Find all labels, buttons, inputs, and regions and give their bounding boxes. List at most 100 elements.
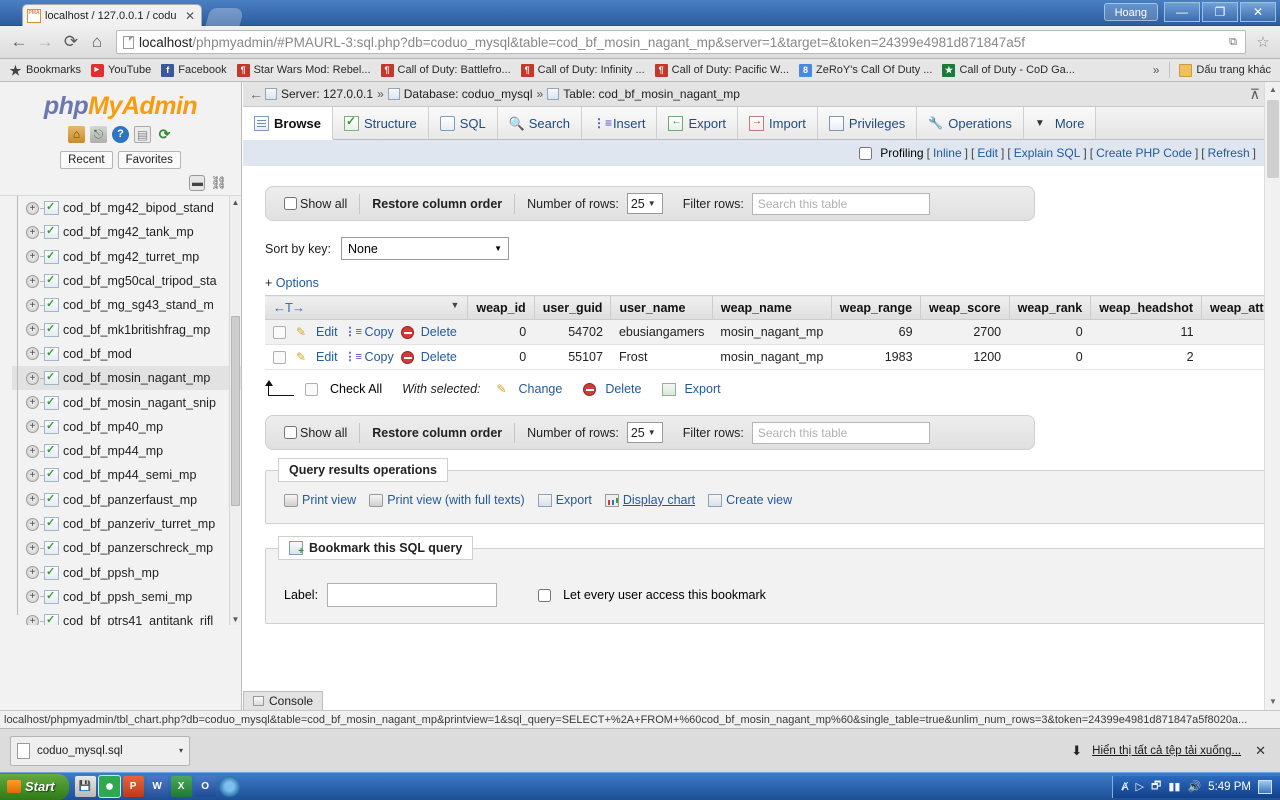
expand-icon[interactable]: +: [26, 566, 39, 580]
cell-weap_name[interactable]: mosin_nagant_mp: [712, 344, 832, 370]
cell-user_name[interactable]: Frost: [610, 344, 713, 370]
display-chart-link[interactable]: Display chart: [604, 493, 695, 507]
bookmark-item-7[interactable]: 8 ZeRoY's Call Of Duty ...: [794, 61, 937, 80]
expand-icon[interactable]: +: [26, 493, 39, 507]
tree-item-cod_bf_mod[interactable]: + cod_bf_mod: [12, 342, 241, 366]
unlink-panel-icon[interactable]: ⛓: [210, 175, 227, 191]
column-order-arrows[interactable]: ←T→: [273, 300, 305, 315]
print-view-with-full-texts-link[interactable]: Print view (with full texts): [369, 493, 525, 507]
bookmark-public-checkbox[interactable]: [538, 588, 552, 602]
export-link[interactable]: Export: [537, 493, 592, 507]
column-header-weap_name[interactable]: weap_name: [712, 295, 832, 320]
row-checkbox[interactable]: [273, 350, 286, 364]
cell-weap_score[interactable]: 1200: [920, 344, 1010, 370]
chrome-icon[interactable]: [97, 775, 121, 798]
chevron-down-icon[interactable]: ▼: [450, 300, 459, 310]
bookmark-item-8[interactable]: ★ Call of Duty - CoD Ga...: [937, 61, 1080, 80]
tab-browse[interactable]: Browse: [243, 107, 333, 140]
browser-tab[interactable]: PMA localhost / 127.0.0.1 / codu ✕: [22, 4, 202, 26]
tab-import[interactable]: Import: [738, 107, 818, 139]
profiling-link-edit[interactable]: Edit: [977, 146, 998, 160]
phpmyadmin-logo[interactable]: phpMyAdmin: [0, 82, 241, 123]
show-all-downloads-link[interactable]: Hiển thị tất cả tệp tải xuống...: [1092, 745, 1241, 757]
tree-item-cod_bf_ppsh_mp[interactable]: + cod_bf_ppsh_mp: [12, 560, 241, 584]
column-header-weap_rank[interactable]: weap_rank: [1009, 295, 1092, 320]
tray-icon-0[interactable]: Ⱥ: [1121, 781, 1128, 793]
logout-icon[interactable]: ⎋: [90, 126, 107, 143]
cell-user_guid[interactable]: 55107: [534, 344, 611, 370]
address-bar[interactable]: localhost/phpmyadmin/#PMAURL-3:sql.php?d…: [116, 30, 1246, 54]
cell-weap_range[interactable]: 69: [831, 319, 921, 345]
bookmark-star-icon[interactable]: ☆: [1252, 33, 1274, 51]
rows-per-page-select-bottom[interactable]: 25 ▼: [626, 422, 663, 443]
page-scrollbar[interactable]: ▲ ▼: [1264, 82, 1280, 710]
restore-column-order-top[interactable]: Restore column order: [372, 197, 502, 211]
profiling-link-refresh[interactable]: Refresh: [1208, 146, 1250, 160]
tree-item-cod_bf_mg_sg43_stand_m[interactable]: + cod_bf_mg_sg43_stand_m: [12, 293, 241, 317]
copy-link-icon[interactable]: ⧉: [1225, 34, 1241, 50]
show-all-checkbox-bottom[interactable]: [284, 426, 297, 439]
tab-insert[interactable]: ⋮≡ Insert: [581, 107, 658, 139]
column-header-weap_headshot[interactable]: weap_headshot: [1090, 295, 1203, 320]
print-view-link[interactable]: Print view: [284, 493, 356, 507]
tab-operations[interactable]: 🔧 Operations: [917, 107, 1024, 139]
other-bookmarks-folder[interactable]: Dấu trang khác: [1174, 61, 1276, 80]
tray-icon-3[interactable]: ▮▮: [1168, 780, 1180, 793]
tree-scroll-down-icon[interactable]: ▼: [230, 613, 241, 625]
tree-item-cod_bf_mg42_tank_mp[interactable]: + cod_bf_mg42_tank_mp: [12, 220, 241, 244]
tree-item-cod_bf_mk1britishfrag_mp[interactable]: + cod_bf_mk1britishfrag_mp: [12, 317, 241, 341]
column-header-weap_range[interactable]: weap_range: [831, 295, 922, 320]
bookmark-item-0[interactable]: ★ Bookmarks: [4, 61, 86, 80]
scroll-down-icon[interactable]: ▼: [1265, 694, 1280, 710]
home-icon[interactable]: ⌂: [84, 29, 110, 55]
expand-icon[interactable]: +: [26, 590, 39, 604]
restore-column-order-bottom[interactable]: Restore column order: [372, 426, 502, 440]
check-all-label[interactable]: Check All: [330, 382, 382, 396]
delete-row-link[interactable]: Delete: [421, 325, 457, 339]
tab-sql[interactable]: SQL: [428, 107, 498, 139]
expand-icon[interactable]: +: [26, 541, 39, 555]
tree-item-cod_bf_mg50cal_tripod_sta[interactable]: + cod_bf_mg50cal_tripod_sta: [12, 269, 241, 293]
tree-item-cod_bf_panzerfaust_mp[interactable]: + cod_bf_panzerfaust_mp: [12, 488, 241, 512]
favorites-button[interactable]: Favorites: [117, 151, 181, 169]
delete-selected-button[interactable]: Delete: [605, 382, 641, 396]
tree-item-cod_bf_mp44_semi_mp[interactable]: + cod_bf_mp44_semi_mp: [12, 463, 241, 487]
bookmark-item-5[interactable]: ¶ Call of Duty: Infinity ...: [516, 61, 650, 80]
change-selected-button[interactable]: Change: [519, 382, 563, 396]
tree-item-cod_bf_mg42_turret_mp[interactable]: + cod_bf_mg42_turret_mp: [12, 245, 241, 269]
cell-weap_rank[interactable]: 0: [1009, 319, 1091, 345]
expand-icon[interactable]: +: [26, 517, 39, 531]
expand-icon[interactable]: +: [26, 614, 39, 625]
delete-row-link[interactable]: Delete: [421, 350, 457, 364]
console-tab[interactable]: Console: [243, 691, 324, 710]
cell-weap_name[interactable]: mosin_nagant_mp: [712, 319, 832, 345]
close-window-button[interactable]: ✕: [1240, 2, 1276, 22]
tab-more[interactable]: ▼ More: [1023, 107, 1097, 139]
tree-scroll-up-icon[interactable]: ▲: [230, 196, 241, 209]
column-header-user_name[interactable]: user_name: [610, 295, 713, 320]
bookmark-item-3[interactable]: ¶ Star Wars Mod: Rebel...: [232, 61, 376, 80]
expand-icon[interactable]: +: [26, 323, 39, 337]
tab-search[interactable]: 🔍 Search: [497, 107, 582, 139]
breadcrumb-table[interactable]: Table: cod_bf_mosin_nagant_mp: [563, 87, 740, 101]
internet-explorer-icon[interactable]: [218, 776, 240, 797]
tree-scroll-thumb[interactable]: [231, 316, 240, 506]
filter-rows-input-bottom[interactable]: [751, 421, 930, 444]
home-icon[interactable]: ⌂: [68, 126, 85, 143]
tree-item-cod_bf_panzeriv_turret_mp[interactable]: + cod_bf_panzeriv_turret_mp: [12, 512, 241, 536]
outlook-icon[interactable]: O: [194, 776, 216, 797]
scroll-up-icon[interactable]: ▲: [1265, 82, 1280, 98]
tab-structure[interactable]: Structure: [332, 107, 429, 139]
expand-icon[interactable]: +: [26, 444, 39, 458]
tree-item-cod_bf_panzerschreck_mp[interactable]: + cod_bf_panzerschreck_mp: [12, 536, 241, 560]
cell-weap_rank[interactable]: 0: [1009, 344, 1091, 370]
breadcrumb-database[interactable]: Database: coduo_mysql: [404, 87, 533, 101]
back-icon[interactable]: ←: [6, 29, 32, 55]
bookmark-item-4[interactable]: ¶ Call of Duty: Battlefro...: [376, 61, 516, 80]
create-view-link[interactable]: Create view: [708, 493, 792, 507]
show-all-checkbox-top[interactable]: [284, 197, 297, 210]
column-header-weap_id[interactable]: weap_id: [467, 295, 535, 320]
cell-weap_headshot[interactable]: 11: [1090, 319, 1202, 345]
expand-icon[interactable]: +: [26, 274, 39, 288]
cell-weap_headshot[interactable]: 2: [1090, 344, 1202, 370]
